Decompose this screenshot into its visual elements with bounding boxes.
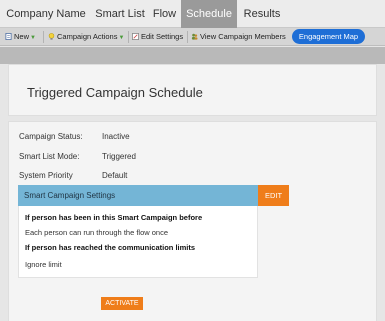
page-title: Triggered Campaign Schedule: [27, 85, 203, 100]
activate-button[interactable]: ACTIVATE: [101, 297, 143, 310]
edit-settings-label: Edit Settings: [141, 32, 184, 41]
smart-campaign-settings-body: If person has been in this Smart Campaig…: [18, 206, 258, 278]
smart-campaign-settings-header: Smart Campaign Settings: [18, 185, 258, 206]
tab-flow[interactable]: Flow: [148, 0, 181, 28]
tab-results[interactable]: Results: [237, 0, 287, 28]
system-priority-value: Default: [102, 171, 128, 180]
toolbar-divider: [187, 31, 188, 43]
campaign-actions-label: Campaign Actions: [57, 32, 118, 41]
caret-down-icon: ▼: [118, 35, 125, 41]
campaign-status-label: Campaign Status:: [19, 132, 83, 141]
view-campaign-members-label: View Campaign Members: [200, 32, 286, 41]
tab-bar: Company Name Smart List Flow Schedule Re…: [0, 0, 385, 28]
communication-limit-heading: If person has reached the communication …: [25, 243, 196, 252]
edit-settings-icon: [132, 33, 139, 40]
system-priority-label: System Priority: [19, 171, 73, 180]
engagement-map-button[interactable]: Engagement Map: [292, 29, 365, 44]
people-icon: [191, 33, 198, 40]
qualification-rule-heading: If person has been in this Smart Campaig…: [25, 213, 203, 222]
tab-company-name[interactable]: Company Name: [0, 0, 92, 28]
view-campaign-members-button[interactable]: View Campaign Members: [191, 28, 286, 46]
page-header: Triggered Campaign Schedule: [8, 64, 377, 116]
toolbar-divider: [43, 31, 44, 43]
smart-list-mode-label: Smart List Mode:: [19, 152, 80, 161]
communication-limit-value: Ignore limit: [25, 260, 62, 269]
lightbulb-icon: [48, 33, 55, 40]
smart-list-mode-value: Triggered: [102, 152, 136, 161]
new-menu-button[interactable]: New▼: [5, 28, 36, 46]
tab-schedule[interactable]: Schedule: [181, 0, 237, 28]
campaign-status-value: Inactive: [102, 132, 130, 141]
document-icon: [5, 33, 12, 40]
tab-smart-list[interactable]: Smart List: [92, 0, 148, 28]
caret-down-icon: ▼: [30, 35, 36, 41]
qualification-rule-value: Each person can run through the flow onc…: [25, 228, 169, 237]
toolbar-divider: [128, 31, 129, 43]
new-label: New: [14, 32, 30, 41]
campaign-actions-menu-button[interactable]: Campaign Actions▼: [48, 28, 124, 46]
edit-button[interactable]: EDIT: [258, 185, 289, 206]
smart-campaign-settings-title: Smart Campaign Settings: [24, 191, 116, 200]
edit-settings-button[interactable]: Edit Settings: [132, 28, 183, 46]
toolbar-spacer-band: [0, 47, 385, 64]
